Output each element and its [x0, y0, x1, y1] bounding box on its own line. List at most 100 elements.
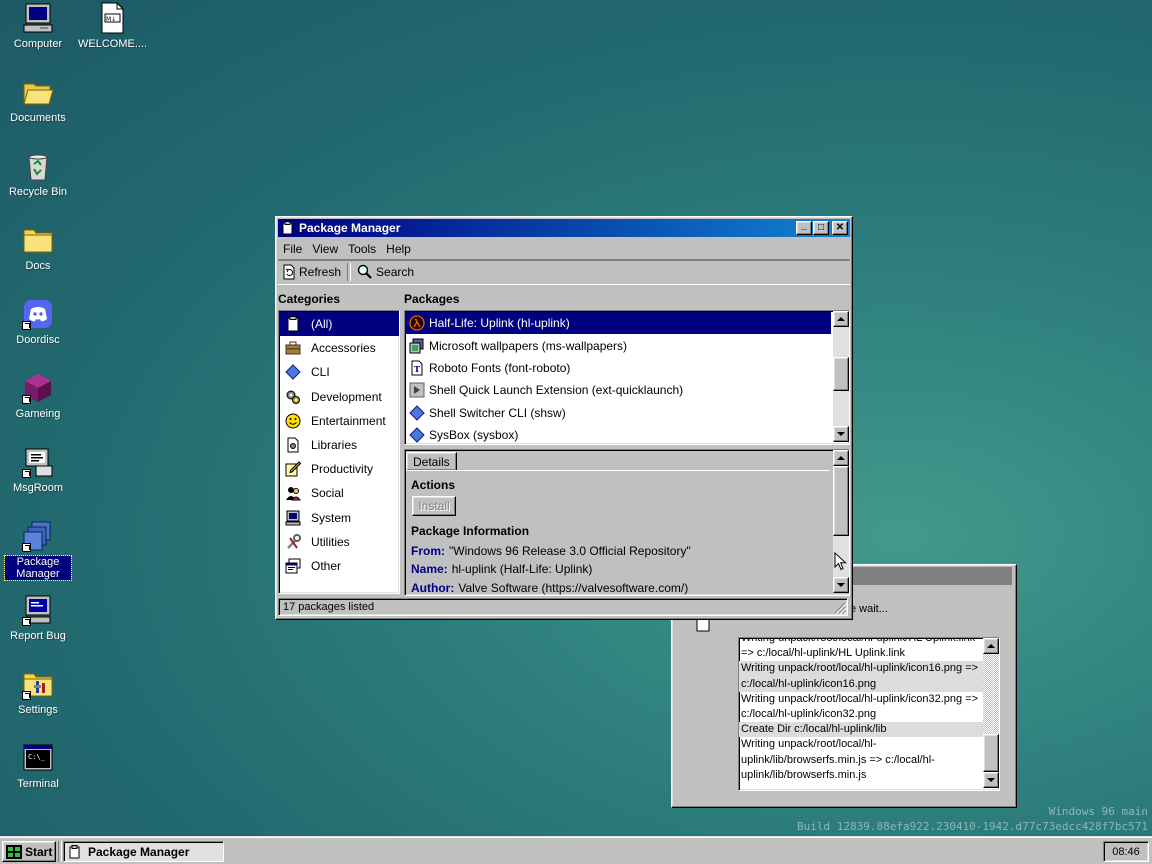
tab-details[interactable]: Details: [406, 452, 457, 471]
start-button[interactable]: Start: [2, 841, 56, 862]
info-from-key: From:: [411, 544, 445, 558]
desktop-icon-doordisc[interactable]: Doordisc: [2, 298, 74, 346]
message-room-icon: [22, 446, 54, 478]
menu-bar: File View Tools Help: [278, 239, 850, 259]
arrow-down-icon: [837, 583, 845, 587]
desktop-icon-terminal[interactable]: C:\_ Terminal: [2, 742, 74, 790]
package-item-hl-uplink[interactable]: Half-Life: Uplink (hl-uplink): [405, 312, 831, 335]
category-cli[interactable]: CLI: [279, 360, 399, 384]
shortcut-arrow-icon: [22, 395, 31, 404]
gears-icon: [285, 389, 301, 405]
info-name-value: hl-uplink (Half-Life: Uplink): [451, 562, 593, 576]
refresh-button[interactable]: Refresh: [278, 262, 345, 282]
scroll-down-button[interactable]: [833, 577, 849, 593]
package-manager-icon: [69, 844, 80, 858]
minimize-button[interactable]: _: [796, 221, 812, 235]
category-social[interactable]: Social: [279, 481, 399, 505]
scroll-thumb[interactable]: [833, 466, 849, 536]
details-pane: Details Actions Install Package Informat…: [404, 449, 850, 596]
packages-scrollbar[interactable]: [833, 311, 849, 442]
status-bar: 17 packages listed: [278, 598, 848, 616]
scroll-up-button[interactable]: [833, 311, 849, 327]
info-name-row: Name: hl-uplink (Half-Life: Uplink): [411, 562, 592, 576]
install-button[interactable]: Install: [412, 496, 456, 516]
arrow-down-icon: [987, 778, 995, 782]
category-other[interactable]: Other: [279, 554, 399, 578]
notepad-pencil-icon: [285, 461, 301, 477]
close-button[interactable]: ✕: [832, 221, 848, 235]
desktop-icon-documents[interactable]: Documents: [2, 76, 74, 124]
desktop-icon-gameing[interactable]: Gameing: [2, 372, 74, 420]
packages-list[interactable]: Half-Life: Uplink (hl-uplink) Microsoft …: [404, 310, 850, 445]
package-item-sysbox[interactable]: SysBox (sysbox): [405, 424, 831, 444]
desktop-icon-settings[interactable]: Settings: [2, 668, 74, 716]
package-item-ms-wallpapers[interactable]: Microsoft wallpapers (ms-wallpapers): [405, 334, 831, 356]
refresh-icon: [283, 264, 295, 280]
category-productivity[interactable]: Productivity: [279, 457, 399, 481]
category-development[interactable]: Development: [279, 385, 399, 409]
taskbar-item-label: Package Manager: [88, 844, 190, 859]
log-line: Create Dir c:/local/hl-uplink/lib: [739, 722, 983, 738]
info-author-row: Author: Valve Software (https://valvesoft…: [411, 581, 688, 595]
package-item-ext-quicklaunch[interactable]: Shell Quick Launch Extension (ext-quickl…: [405, 379, 831, 401]
install-log-list[interactable]: Writing unpack/root/local/hl-uplink/HL U…: [738, 637, 1000, 791]
window-stack-icon: [285, 558, 301, 574]
taskbar-clock[interactable]: 08:46: [1103, 841, 1149, 862]
menu-tools[interactable]: Tools: [343, 242, 381, 256]
package-info-title: Package Information: [411, 524, 530, 538]
desktop-icon-welcome[interactable]: M↓ WELCOME....: [76, 2, 148, 50]
menu-help[interactable]: Help: [381, 242, 416, 256]
scroll-up-button[interactable]: [983, 638, 999, 654]
category-accessories[interactable]: Accessories: [279, 336, 399, 360]
font-file-icon: T: [409, 360, 425, 376]
package-item-font-roboto[interactable]: T Roboto Fonts (font-roboto): [405, 357, 831, 379]
shortcut-arrow-icon: [22, 691, 31, 700]
category-libraries[interactable]: Libraries: [279, 433, 399, 457]
taskbar-item-package-manager[interactable]: Package Manager: [63, 841, 224, 862]
desktop-icon-computer[interactable]: Computer: [2, 2, 74, 50]
desktop-icon-package-manager[interactable]: Package Manager: [2, 520, 74, 581]
scroll-up-button[interactable]: [833, 450, 849, 466]
toolbar: Refresh Search: [278, 259, 850, 285]
scroll-down-button[interactable]: [983, 772, 999, 788]
menu-file[interactable]: File: [278, 242, 307, 256]
package-item-shsw[interactable]: Shell Switcher CLI (shsw): [405, 402, 831, 424]
scroll-thumb[interactable]: [833, 357, 849, 391]
window-titlebar[interactable]: Package Manager _ □ ✕: [278, 219, 850, 237]
categories-list[interactable]: (All) Accessories CLI Development Entert…: [278, 310, 400, 594]
maximize-button[interactable]: □: [813, 221, 829, 235]
desktop-icon-docs[interactable]: Docs: [2, 224, 74, 272]
shortcut-arrow-icon: [22, 321, 31, 330]
smiley-icon: [285, 413, 301, 429]
category-utilities[interactable]: Utilities: [279, 530, 399, 554]
search-button[interactable]: Search: [353, 262, 418, 282]
folder-open-icon: [22, 76, 54, 108]
package-manager-window[interactable]: Package Manager _ □ ✕ File View Tools He…: [275, 216, 853, 620]
log-line: Writing unpack/root/local/hl-uplink/icon…: [741, 692, 979, 705]
desktop-icon-report-bug[interactable]: Report Bug: [2, 594, 74, 642]
install-log-scrollbar[interactable]: [983, 638, 999, 788]
svg-text:T: T: [414, 364, 420, 374]
minimize-icon: _: [801, 220, 807, 231]
category-entertainment[interactable]: Entertainment: [279, 409, 399, 433]
scroll-down-button[interactable]: [833, 426, 849, 442]
menu-view[interactable]: View: [307, 242, 343, 256]
desktop-icon-recycle-bin[interactable]: Recycle Bin: [2, 150, 74, 198]
actions-title: Actions: [411, 478, 456, 492]
taskbar: Start Package Manager 08:46: [0, 836, 1152, 864]
terminal-icon: C:\_: [22, 742, 54, 774]
toolbar-separator: [347, 263, 352, 281]
packages-title: Packages: [404, 292, 460, 306]
package-manager-icon: [22, 520, 54, 552]
resize-grip-icon[interactable]: [834, 602, 847, 615]
arrow-up-icon: [987, 644, 995, 648]
log-line: Writing unpack/root/local/hl-uplink/icon…: [739, 661, 983, 677]
window-title: Package Manager: [299, 221, 401, 235]
category-system[interactable]: System: [279, 506, 399, 530]
scroll-thumb[interactable]: [983, 734, 999, 772]
people-icon: [285, 485, 301, 501]
settings-folder-icon: [22, 668, 54, 700]
desktop-icon-msgroom[interactable]: MsgRoom: [2, 446, 74, 494]
category-all[interactable]: (All): [279, 312, 399, 337]
shortcut-arrow-icon: [22, 543, 31, 552]
